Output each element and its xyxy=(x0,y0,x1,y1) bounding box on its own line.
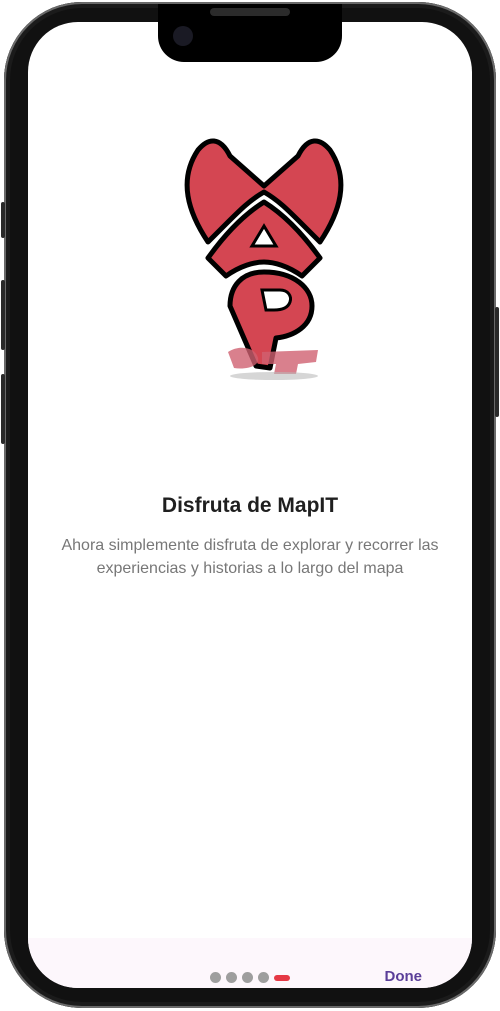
app-screen: Disfruta de MapIT Ahora simplemente disf… xyxy=(28,22,472,988)
done-button[interactable]: Done xyxy=(385,968,423,985)
logo-p-hole xyxy=(260,288,292,312)
volume-up-button xyxy=(1,280,5,350)
mapit-logo xyxy=(184,138,344,380)
page-dot-3[interactable] xyxy=(242,972,253,983)
logo-it-shadow xyxy=(228,347,318,374)
page-dot-5-active[interactable] xyxy=(274,974,290,981)
onboarding-description: Ahora simplemente disfruta de explorar y… xyxy=(61,537,439,577)
page-indicator xyxy=(210,972,290,983)
onboarding-title: Disfruta de MapIT xyxy=(161,494,339,517)
front-camera xyxy=(173,26,193,46)
page-dot-2[interactable] xyxy=(226,972,237,983)
power-button xyxy=(495,307,499,417)
page-dot-1[interactable] xyxy=(210,972,221,983)
volume-down-button xyxy=(1,374,5,444)
earpiece-speaker xyxy=(210,8,290,16)
logo-ground-shadow xyxy=(230,372,318,380)
mute-switch xyxy=(1,202,5,238)
page-dot-4[interactable] xyxy=(258,972,269,983)
